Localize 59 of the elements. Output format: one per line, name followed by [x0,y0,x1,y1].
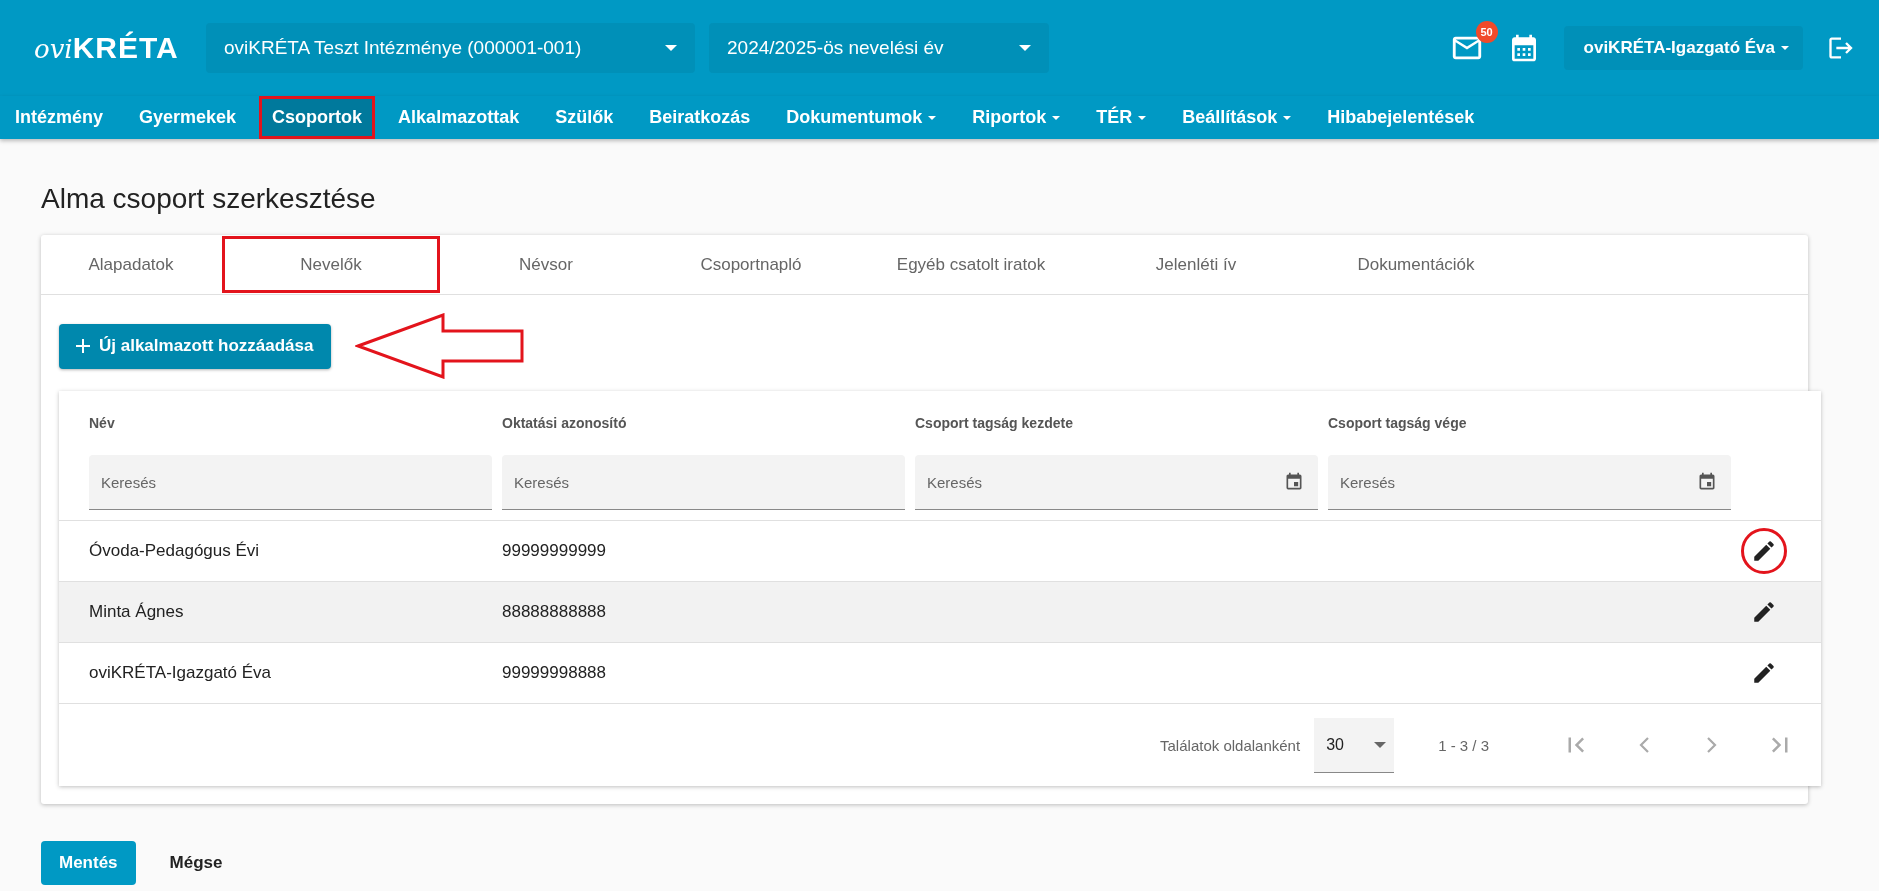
mail-count-badge: 50 [1475,21,1498,43]
school-year: 2024/2025-ös nevelési év [727,37,944,59]
tab[interactable]: Nevelők [221,235,441,294]
filter-field[interactable]: Keresés [915,455,1318,510]
nav-item[interactable]: Szülők [542,96,627,139]
chevron-right-icon [1707,737,1717,753]
page-range: 1 - 3 / 3 [1438,736,1489,754]
nav-item[interactable]: TÉR [1083,96,1160,139]
tab[interactable]: Alapadatok [41,235,221,294]
nav-item[interactable]: Intézmény [2,96,117,139]
table-cell-text: 99999998888 [502,663,607,683]
institution-name: oviKRÉTA Teszt Intézménye (000001-001) [224,37,582,59]
user-menu-button[interactable]: oviKRÉTA-Igazgató Éva [1563,26,1803,70]
caret-icon [665,45,677,51]
page-size-select[interactable]: 30 [1314,717,1395,773]
page-size-label: Találatok oldalanként [1160,736,1301,754]
nav-item[interactable]: Dokumentumok [773,96,950,139]
nav-item[interactable]: Riportok [959,96,1074,139]
nav-item[interactable]: Csoportok [259,96,376,139]
nav-item[interactable]: Beiratkozás [636,96,764,139]
app-logo[interactable]: oviKRÉTA [34,31,184,65]
page-title: Alma csoport szerkesztése [41,183,377,215]
caret-icon [1019,45,1031,51]
table-cell-text: 99999999999 [502,541,607,561]
calendar-icon[interactable] [1697,472,1717,492]
column-header: Név [89,415,116,433]
institution-select[interactable]: oviKRÉTA Teszt Intézménye (000001-001) [206,23,695,73]
tab[interactable]: Csoportnapló [651,235,851,294]
caret-icon [1781,46,1789,50]
nav-item[interactable]: Alkalmazottak [385,96,533,139]
table-cell-text: Óvoda-Pedagógus Évi [89,541,261,561]
caret-icon [1374,741,1387,748]
edit-button[interactable] [1741,528,1787,574]
calendar-icon[interactable] [1284,472,1304,492]
column-header: Oktatási azonosító [502,415,628,433]
school-year-select[interactable]: 2024/2025-ös nevelési év [709,23,1049,73]
tab[interactable]: Egyéb csatolt iratok [851,235,1091,294]
table-cell-text: Minta Ágnes [89,602,185,622]
nav-item[interactable]: Hibabejelentések [1314,96,1488,139]
save-button[interactable]: Mentés [41,841,136,885]
pencil-icon [1751,599,1777,625]
pencil-icon [1751,660,1777,686]
column-header: Csoport tagság vége [1328,415,1468,433]
table-cell-text: oviKRÉTA-Igazgató Éva [89,663,273,683]
column-header: Csoport tagság kezdete [915,415,1074,433]
tab[interactable]: Jelenléti ív [1091,235,1301,294]
cancel-button[interactable]: Mégse [151,841,241,885]
filter-field[interactable]: Keresés [89,455,492,510]
pencil-icon [1751,538,1777,564]
add-employee-button[interactable]: Új alkalmazott hozzáadása [59,323,332,369]
filter-field[interactable]: Keresés [502,455,905,510]
nav-item[interactable]: Gyermekek [126,96,250,139]
page-size-value: 30 [1326,735,1344,754]
tab[interactable]: Dokumentációk [1301,235,1531,294]
table-cell-text: 88888888888 [502,602,607,622]
chevron-left-icon [1639,737,1649,753]
nav-item[interactable]: Beállítások [1169,96,1305,139]
filter-field[interactable]: Keresés [1328,455,1731,510]
tab[interactable]: Névsor [441,235,651,294]
